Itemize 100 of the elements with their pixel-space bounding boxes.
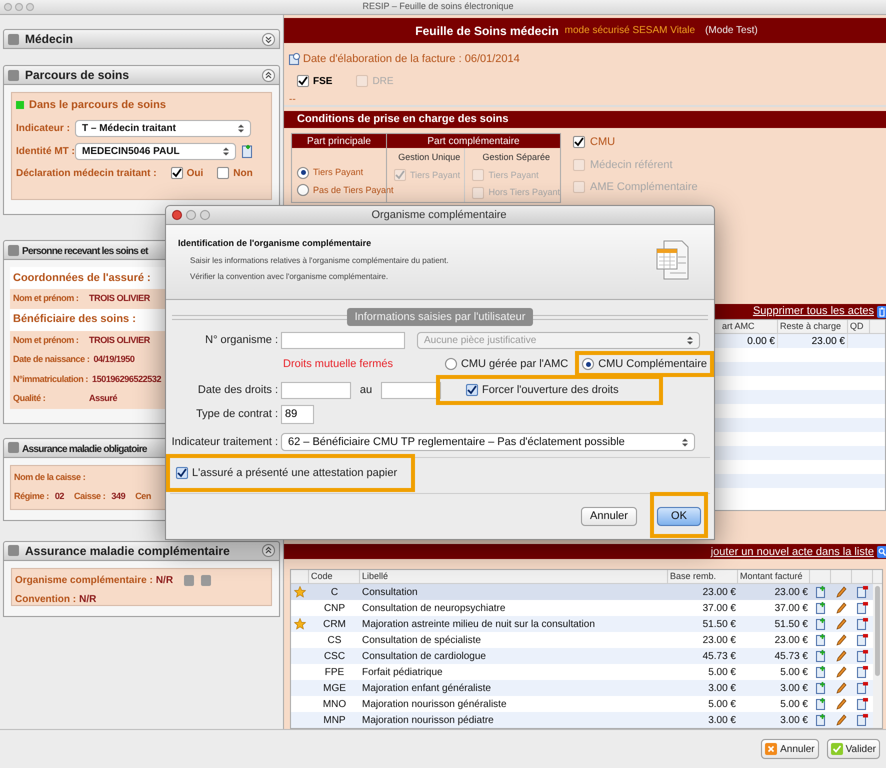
column-header: art AMC (720, 320, 778, 334)
checkbox-label: DRE (372, 74, 394, 89)
table-row[interactable]: CSC Consultation de cardiologue 45.73 € 45.73 € (291, 648, 873, 664)
column-header: Code (309, 570, 360, 583)
field-label: Caisse : (74, 490, 106, 503)
radio-label: CMU Complémentaire (598, 356, 707, 372)
table-row[interactable]: MNP Majoration nourisson pédiatre 3.00 € 3.00 € (291, 712, 873, 728)
section-header[interactable]: Médecin (3, 29, 280, 49)
group-title: Gestion Unique (398, 151, 460, 164)
section-title: Médecin (25, 32, 74, 46)
invoice-date: Date d'élaboration de la facture : 06/01/2014 (303, 52, 520, 68)
column-header: Montant facturé (738, 570, 810, 583)
test-label: (Mode Test) (705, 24, 758, 38)
table-cell-text: 37.00 € (702, 602, 737, 616)
radio-label: Pas de Tiers Payant (313, 184, 394, 197)
validate-button[interactable]: Valider (826, 739, 880, 759)
dropdown[interactable]: 62 – Bénéficiaire CMU TP reglementaire – Pas d'éclatement possible (281, 433, 695, 451)
section-title: Personne recevant les soins et (22, 246, 148, 257)
status-text: Droits mutuelle fermés (283, 356, 394, 372)
column-header: Part principale (292, 134, 386, 148)
field-value: Assuré (89, 392, 118, 405)
window-title: RESIP – Feuille de soins électronique (362, 0, 514, 14)
table-cell-text: Majoration astreinte milieu de nuit sur la consultation (361, 618, 596, 632)
table-cell-text: 5.00 € (779, 666, 809, 680)
field-label: Qualité : (13, 392, 46, 405)
field-value: TROIS OLIVIER (89, 292, 150, 305)
section-title: Assurance maladie obligatoire (22, 444, 147, 454)
field-label: Nom de la caisse : (14, 470, 86, 484)
table-cell-text: 23.00 € (702, 586, 737, 600)
table-cell-text: 5.00 € (707, 698, 737, 712)
field-value: 02 (54, 490, 64, 503)
table-row[interactable]: C Consultation 23.00 € 23.00 € (291, 584, 873, 600)
field-label: Date de naissance : (13, 353, 90, 366)
table-cell-text: MNP (322, 714, 347, 728)
field-label: Indicateur : (16, 122, 71, 136)
sheet-title: Feuille de Soins médecin (415, 22, 559, 40)
field-label: Date des droits : (196, 382, 279, 398)
field-value: N/R (79, 592, 96, 606)
table-cell-text: CSC (322, 650, 346, 664)
table-cell-text: MNO (322, 698, 348, 712)
table-cell-text: 23.00 € (774, 586, 809, 600)
checkbox-label: CMU (590, 135, 616, 150)
field-label: Type de contrat : (195, 407, 279, 422)
table-cell-text: Consultation de spécialiste (361, 634, 482, 648)
radio-label: CMU gérée par l'AMC (460, 356, 568, 372)
checkbox-label: L'assuré a présenté une attestation papier (192, 466, 398, 481)
field-label: N°immatriculation : (13, 372, 88, 386)
table-cell-text: 5.00 € (707, 666, 737, 680)
checkbox-label: Médecin référent (590, 158, 673, 173)
table-cell-text: 51.50 € (774, 618, 809, 632)
table-cell-text: 3.00 € (779, 714, 809, 728)
table-cell-text: MGE (322, 682, 347, 696)
cancel-button[interactable]: Annuler (761, 739, 819, 759)
delete-all-link[interactable]: Supprimer tous les actes (752, 303, 874, 320)
section-title: Parcours de soins (25, 68, 130, 82)
add-act-link[interactable]: jouter un nouvel acte dans la liste (710, 544, 874, 560)
column-header: Base remb. (668, 570, 738, 583)
field-label: Convention : (15, 592, 76, 606)
field-label: N° organisme : (204, 333, 279, 348)
table-cell-text: FPE (324, 666, 346, 680)
separator-text: -- (289, 94, 297, 105)
field-label: Identité MT : (16, 144, 75, 158)
field-label: Régime : (14, 490, 49, 503)
checkbox-label: Forcer l'ouverture des droits (482, 382, 619, 398)
table-row[interactable]: MGE Majoration enfant généraliste 3.00 € 3.00 € (291, 680, 873, 696)
checkbox-label: Non (233, 166, 253, 180)
cancel-button[interactable]: Annuler (581, 506, 637, 526)
section-header[interactable]: Assurance maladie complémentaire (3, 540, 280, 560)
field-value: 349 (111, 490, 126, 503)
dropdown[interactable]: T – Médecin traitant (75, 120, 251, 136)
field-label: au (358, 382, 374, 398)
field-label: Cen (135, 490, 151, 503)
field-value: 150196296522532 (92, 372, 162, 386)
mode-label: mode sécurisé SESAM Vitale (564, 24, 696, 38)
field-label: Organisme complémentaire : (15, 574, 153, 588)
checkbox-label: FSE (313, 74, 332, 89)
table-cell-text: Consultation (361, 586, 419, 600)
table-row[interactable]: CRM Majoration astreinte milieu de nuit sur la consultation 51.50 € 51.50 € (291, 616, 873, 632)
table-cell-text: 3.00 € (707, 682, 737, 696)
table-cell-text: 5.00 € (779, 698, 809, 712)
table-cell-text: Forfait pédiatrique (361, 666, 444, 680)
table-cell-text: C (330, 586, 340, 600)
table-cell-text: 23.00 € (774, 634, 809, 648)
field-label: Nom et prénom : (13, 334, 80, 347)
section-title: Assurance maladie complémentaire (25, 544, 230, 558)
dropdown[interactable]: MEDECIN5046 PAUL (75, 142, 236, 160)
field-label: Indicateur traitement : (170, 434, 279, 450)
table-cell-text: CS (326, 634, 342, 648)
field-value: 04/19/1950 (93, 353, 134, 366)
checkbox-label: Hors Tiers Payant (488, 186, 560, 200)
field-value: TROIS OLIVIER (89, 334, 150, 346)
column-header: QD (848, 320, 870, 334)
checkbox-label: Tiers Payant (410, 168, 460, 182)
ok-button[interactable]: OK (657, 506, 701, 526)
section-header[interactable]: Parcours de soins (3, 65, 280, 85)
input-field[interactable]: 89 (281, 405, 314, 424)
table-cell-text: 37.00 € (774, 602, 809, 616)
table-cell-text: 3.00 € (779, 682, 809, 696)
field-label: Déclaration médecin traitant : (16, 166, 157, 180)
section-title: Conditions de prise en charge des soins (297, 112, 508, 128)
